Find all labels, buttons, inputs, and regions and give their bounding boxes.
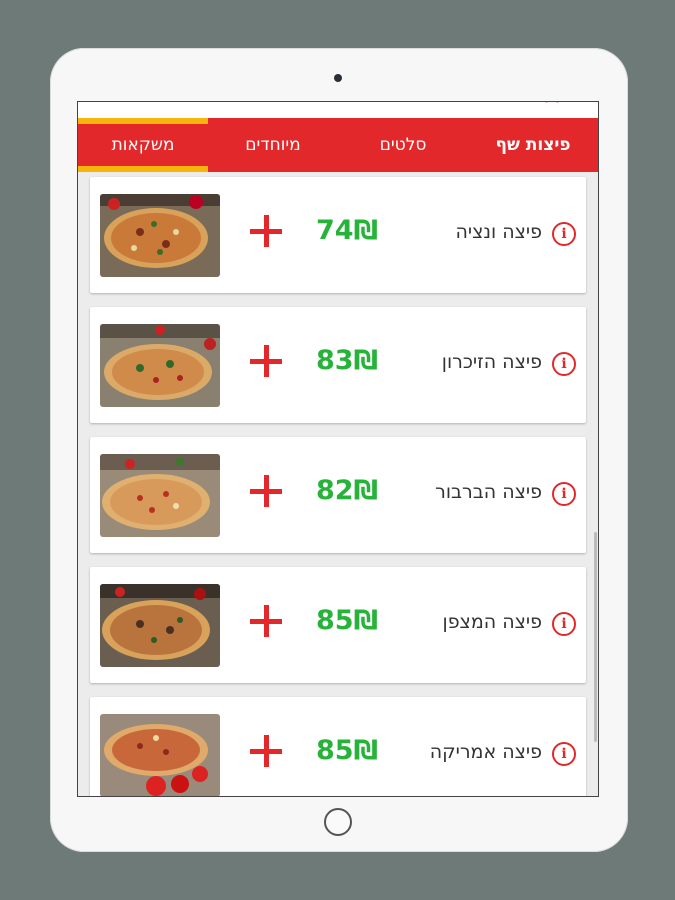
- item-price: 83₪: [316, 345, 378, 376]
- tab-chef-pizzas[interactable]: פיצות שף: [468, 118, 598, 172]
- add-to-cart-button[interactable]: [248, 603, 284, 639]
- info-icon[interactable]: i: [552, 482, 576, 506]
- item-price: 85₪: [316, 735, 378, 766]
- tab-specials[interactable]: מיוחדים: [208, 118, 338, 172]
- add-to-cart-button[interactable]: [248, 733, 284, 769]
- active-tab-indicator: [78, 166, 208, 172]
- top-strip: ⌒: [78, 102, 598, 118]
- item-price: 74₪: [316, 215, 378, 246]
- info-icon[interactable]: i: [552, 612, 576, 636]
- item-name: פיצה המצפן: [442, 611, 542, 633]
- item-name: פיצה הזיכרון: [441, 351, 542, 373]
- add-to-cart-button[interactable]: [248, 473, 284, 509]
- list-item: 85₪ פיצה המצפן i: [90, 567, 586, 683]
- tab-label: פיצות שף: [495, 135, 571, 155]
- list-item: 82₪ פיצה הברבור i: [90, 437, 586, 553]
- item-name: פיצה אמריקה: [429, 741, 542, 763]
- item-name: פיצה הברבור: [435, 481, 542, 503]
- info-icon[interactable]: i: [552, 222, 576, 246]
- camera-icon: [334, 74, 342, 82]
- app-screen: ⌒ משקאות מיוחדים סלטים פיצות שף 74₪ פיצה…: [77, 101, 599, 797]
- pizza-image: [100, 324, 220, 407]
- home-button[interactable]: [324, 808, 352, 836]
- pizza-image: [100, 714, 220, 796]
- tab-label: משקאות: [111, 135, 175, 155]
- category-tabbar: משקאות מיוחדים סלטים פיצות שף: [78, 118, 598, 172]
- scrollbar[interactable]: [594, 532, 597, 742]
- list-item: 85₪ פיצה אמריקה i: [90, 697, 586, 796]
- info-icon[interactable]: i: [552, 352, 576, 376]
- add-to-cart-button[interactable]: [248, 343, 284, 379]
- add-to-cart-button[interactable]: [248, 213, 284, 249]
- list-item: 83₪ פיצה הזיכרון i: [90, 307, 586, 423]
- cart-icon[interactable]: ⌒: [546, 102, 558, 112]
- info-icon[interactable]: i: [552, 742, 576, 766]
- tab-drinks[interactable]: משקאות: [78, 118, 208, 172]
- pizza-image: [100, 584, 220, 667]
- active-tab-indicator-top: [78, 118, 208, 124]
- pizza-image: [100, 194, 220, 277]
- tab-label: סלטים: [379, 135, 427, 155]
- pizza-image: [100, 454, 220, 537]
- list-item: 74₪ פיצה ונציה i: [90, 177, 586, 293]
- item-price: 85₪: [316, 605, 378, 636]
- tab-label: מיוחדים: [245, 135, 301, 155]
- item-price: 82₪: [316, 475, 378, 506]
- item-name: פיצה ונציה: [455, 221, 542, 243]
- tab-salads[interactable]: סלטים: [338, 118, 468, 172]
